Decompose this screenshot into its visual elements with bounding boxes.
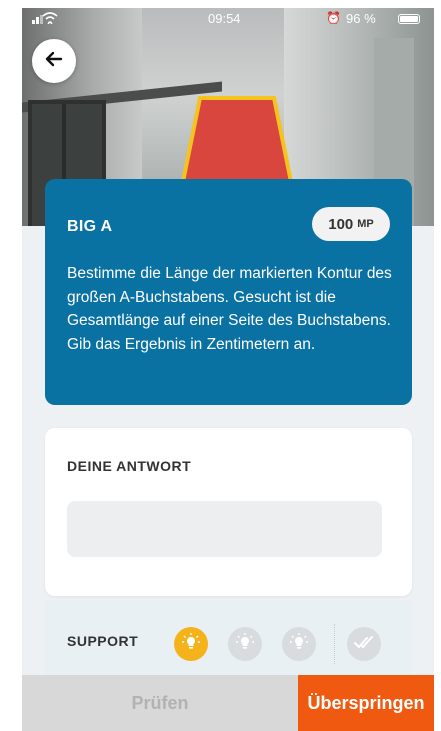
lightbulb-icon <box>181 632 201 657</box>
points-badge: 100 MP <box>312 207 390 241</box>
answer-input[interactable] <box>67 501 382 557</box>
double-check-icon <box>354 634 374 655</box>
support-label: SUPPORT <box>67 633 139 649</box>
status-bar: 09:54 ⏰ 96 % <box>22 8 434 30</box>
alarm-icon: ⏰ <box>326 11 341 25</box>
points-value: 100 <box>328 215 354 233</box>
hint-1-button[interactable] <box>174 627 208 661</box>
skip-button[interactable]: Überspringen <box>298 675 434 731</box>
signal-icon <box>32 12 66 27</box>
status-time: 09:54 <box>208 11 241 26</box>
arrow-left-icon <box>44 49 64 74</box>
task-title: BIG A <box>67 218 113 235</box>
points-unit: MP <box>357 218 374 230</box>
check-button[interactable]: Prüfen <box>22 675 298 731</box>
support-divider <box>334 624 335 664</box>
lightbulb-icon <box>289 632 309 657</box>
battery-percent: 96 % <box>346 11 376 26</box>
show-solution-button[interactable] <box>347 627 381 661</box>
lightbulb-icon <box>235 632 255 657</box>
answer-label: DEINE ANTWORT <box>67 458 192 474</box>
task-description: Bestimme die Länge der markierten Kontur… <box>67 265 392 353</box>
hint-2-button[interactable] <box>228 627 262 661</box>
back-button[interactable] <box>32 39 76 83</box>
battery-icon <box>398 14 420 24</box>
answer-card: DEINE ANTWORT <box>45 428 412 596</box>
hint-3-button[interactable] <box>282 627 316 661</box>
task-card: BIG A 100 MP Bestimme die Länge der mark… <box>45 179 412 405</box>
app-screen: 09:54 ⏰ 96 % BIG A 100 MP Bestimme die L… <box>22 8 434 731</box>
bottom-action-bar: Prüfen Überspringen <box>22 675 434 731</box>
